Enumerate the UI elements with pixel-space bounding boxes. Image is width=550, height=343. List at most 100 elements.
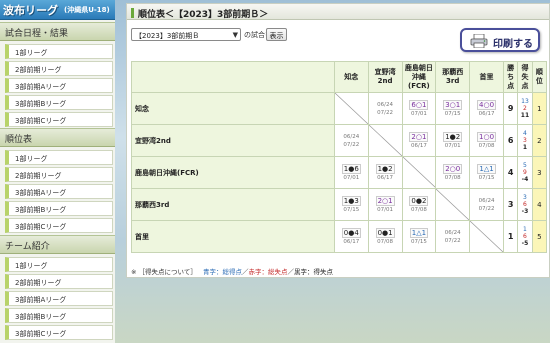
sidebar-item-teams-1bu[interactable]: 1部リーグ xyxy=(5,257,113,272)
match-score: 0●1 xyxy=(375,227,395,238)
match-score-wrap: 1△1 xyxy=(470,163,503,174)
sidebar-item-standings-1bu[interactable]: 1部リーグ xyxy=(5,150,113,165)
match-score: 1△1 xyxy=(477,163,496,174)
print-button[interactable]: 印刷する xyxy=(460,28,540,52)
points-cell: 4 xyxy=(502,156,519,189)
match-score-wrap: 1△1 xyxy=(403,227,436,238)
match-score-wrap: 4○0 xyxy=(470,99,503,110)
sidebar-item-standings-3bu-b[interactable]: 3部前期Bリーグ xyxy=(5,201,113,216)
sidebar: 波布リーグ (沖縄県U-18) 試合日程・結果 1部リーグ 2部前期リーグ 3部… xyxy=(0,0,115,343)
standings-table: 知念 宜野湾 2nd 鹿島朝日 沖縄 (FCR) 那覇西 3rd 首里 勝ち 点… xyxy=(131,61,548,253)
sidebar-item-standings-3bu-c[interactable]: 3部前期Cリーグ xyxy=(5,218,113,233)
match-score: 1○0 xyxy=(477,131,497,142)
goals-against: 3 xyxy=(523,137,527,144)
title-accent-bar xyxy=(131,8,134,18)
match-date: 06/17 xyxy=(410,142,427,149)
match-cell: 1△1 07/15 xyxy=(469,156,504,189)
goals-against: 9 xyxy=(523,169,527,176)
match-score-wrap: 0●2 xyxy=(403,195,436,206)
sidebar-item-teams-2bu[interactable]: 2部前期リーグ xyxy=(5,274,113,289)
header-team-3-label: 鹿島朝日 沖縄 (FCR) xyxy=(404,63,433,90)
goals-against: 6 xyxy=(523,233,527,240)
match-cell: 1○0 07/08 xyxy=(469,124,504,157)
match-date: 06/24 xyxy=(478,197,495,204)
header-corner xyxy=(131,61,335,93)
rank-cell: 3 xyxy=(531,156,548,189)
match-score: 2○0 xyxy=(443,163,463,174)
match-score: 3○1 xyxy=(443,99,463,110)
match-date: 06/17 xyxy=(377,174,394,181)
site-logo[interactable]: 波布リーグ (沖縄県U-18) xyxy=(0,0,115,20)
sidebar-item-standings-3bu-a[interactable]: 3部前期Aリーグ xyxy=(5,184,113,199)
match-score: 1●2 xyxy=(443,131,463,142)
match-score: 2○1 xyxy=(409,131,429,142)
sidebar-item-teams-3bu-c[interactable]: 3部前期Cリーグ xyxy=(5,325,113,340)
chevron-down-icon: ▼ xyxy=(232,31,238,39)
match-date: 07/01 xyxy=(444,142,461,149)
match-cell: 4○0 06/17 xyxy=(469,92,504,125)
points-cell: 6 xyxy=(502,124,519,157)
match-score-wrap: 1○0 xyxy=(470,131,503,142)
team-name: 首里 xyxy=(131,220,335,253)
header-goal-diff: 得失 点 xyxy=(517,61,533,93)
table-row: 鹿島朝日沖縄(FCR) 1●6 07/01 1●2 06/17 2○0 07/08 1△1 07… xyxy=(131,156,548,189)
match-cell: 06/24 07/22 xyxy=(469,188,504,221)
goal-difference: -3 xyxy=(521,208,529,215)
self-match-cell xyxy=(401,156,437,189)
match-score: 0●2 xyxy=(409,195,429,206)
match-cell: 2○1 07/01 xyxy=(367,188,403,221)
goal-diff-cell: 3 6 -3 xyxy=(517,188,533,221)
sidebar-item-teams-3bu-b[interactable]: 3部前期Bリーグ xyxy=(5,308,113,323)
goals-for: 3 xyxy=(523,194,527,201)
header-team-4-label: 那覇西 3rd xyxy=(442,68,464,85)
legend-red: 赤字：総失点 xyxy=(248,268,288,276)
match-score: 4○0 xyxy=(477,99,497,110)
header-team-1-label: 知念 xyxy=(344,72,359,81)
show-button[interactable]: 表示 xyxy=(266,28,287,41)
team-name: 鹿島朝日沖縄(FCR) xyxy=(131,156,335,189)
match-cell: 06/24 07/22 xyxy=(367,92,403,125)
match-cell: 3○1 07/15 xyxy=(435,92,471,125)
match-score-wrap: 1●3 xyxy=(335,195,368,206)
sidebar-section-schedule: 試合日程・結果 xyxy=(0,22,115,41)
league-select[interactable]: 【2023】3部前期Ｂ ▼ xyxy=(131,28,241,41)
match-score: 1●6 xyxy=(341,163,361,174)
legend-note: ※ ［得失点について］ 青字：総得点／赤字：総失点／黒字：得失点 xyxy=(131,266,333,276)
rank-cell: 1 xyxy=(531,92,548,125)
points-cell: 1 xyxy=(502,220,519,253)
goal-difference: -4 xyxy=(521,176,529,183)
match-score-wrap: 6○1 xyxy=(403,99,436,110)
match-date: 06/24 xyxy=(377,101,394,108)
match-score: 1●2 xyxy=(375,163,395,174)
header-team-1: 知念 xyxy=(333,61,369,93)
table-row: 知念 06/24 07/22 6○1 07/01 3○1 07/15 4○0 06/17 9 13 2… xyxy=(131,92,548,125)
sidebar-item-schedule-3bu-c[interactable]: 3部前期Cリーグ xyxy=(5,112,113,127)
header-team-5-label: 首里 xyxy=(479,72,494,81)
self-match-cell xyxy=(367,124,403,157)
goals-against: 2 xyxy=(523,105,527,112)
rank-cell: 2 xyxy=(531,124,548,157)
sidebar-item-standings-2bu[interactable]: 2部前期リーグ xyxy=(5,167,113,182)
standings-body: 知念 06/24 07/22 6○1 07/01 3○1 07/15 4○0 06/17 9 13 2… xyxy=(131,92,548,253)
sidebar-item-schedule-2bu[interactable]: 2部前期リーグ xyxy=(5,61,113,76)
match-date: 07/08 xyxy=(410,206,427,213)
match-date: 07/15 xyxy=(410,238,427,245)
sidebar-item-schedule-3bu-a[interactable]: 3部前期Aリーグ xyxy=(5,78,113,93)
header-points-label: 勝ち 点 xyxy=(507,63,515,90)
match-score-wrap: 2○0 xyxy=(436,163,469,174)
match-date: 07/22 xyxy=(478,205,495,212)
goals-for: 1 xyxy=(523,226,527,233)
rank-cell: 4 xyxy=(531,188,548,221)
sidebar-item-schedule-1bu[interactable]: 1部リーグ xyxy=(5,44,113,59)
match-cell: 0●1 07/08 xyxy=(367,220,403,253)
match-date: 07/15 xyxy=(444,110,461,117)
sidebar-item-schedule-3bu-b[interactable]: 3部前期Bリーグ xyxy=(5,95,113,110)
match-cell: 1●6 07/01 xyxy=(333,156,369,189)
match-cell: 06/24 07/22 xyxy=(333,124,369,157)
header-team-2: 宜野湾 2nd xyxy=(367,61,403,93)
goal-difference: -5 xyxy=(521,240,529,247)
match-cell: 06/24 07/22 xyxy=(435,220,471,253)
sidebar-item-teams-3bu-a[interactable]: 3部前期Aリーグ xyxy=(5,291,113,306)
points-cell: 3 xyxy=(502,188,519,221)
match-score-wrap: 2○1 xyxy=(369,195,402,206)
